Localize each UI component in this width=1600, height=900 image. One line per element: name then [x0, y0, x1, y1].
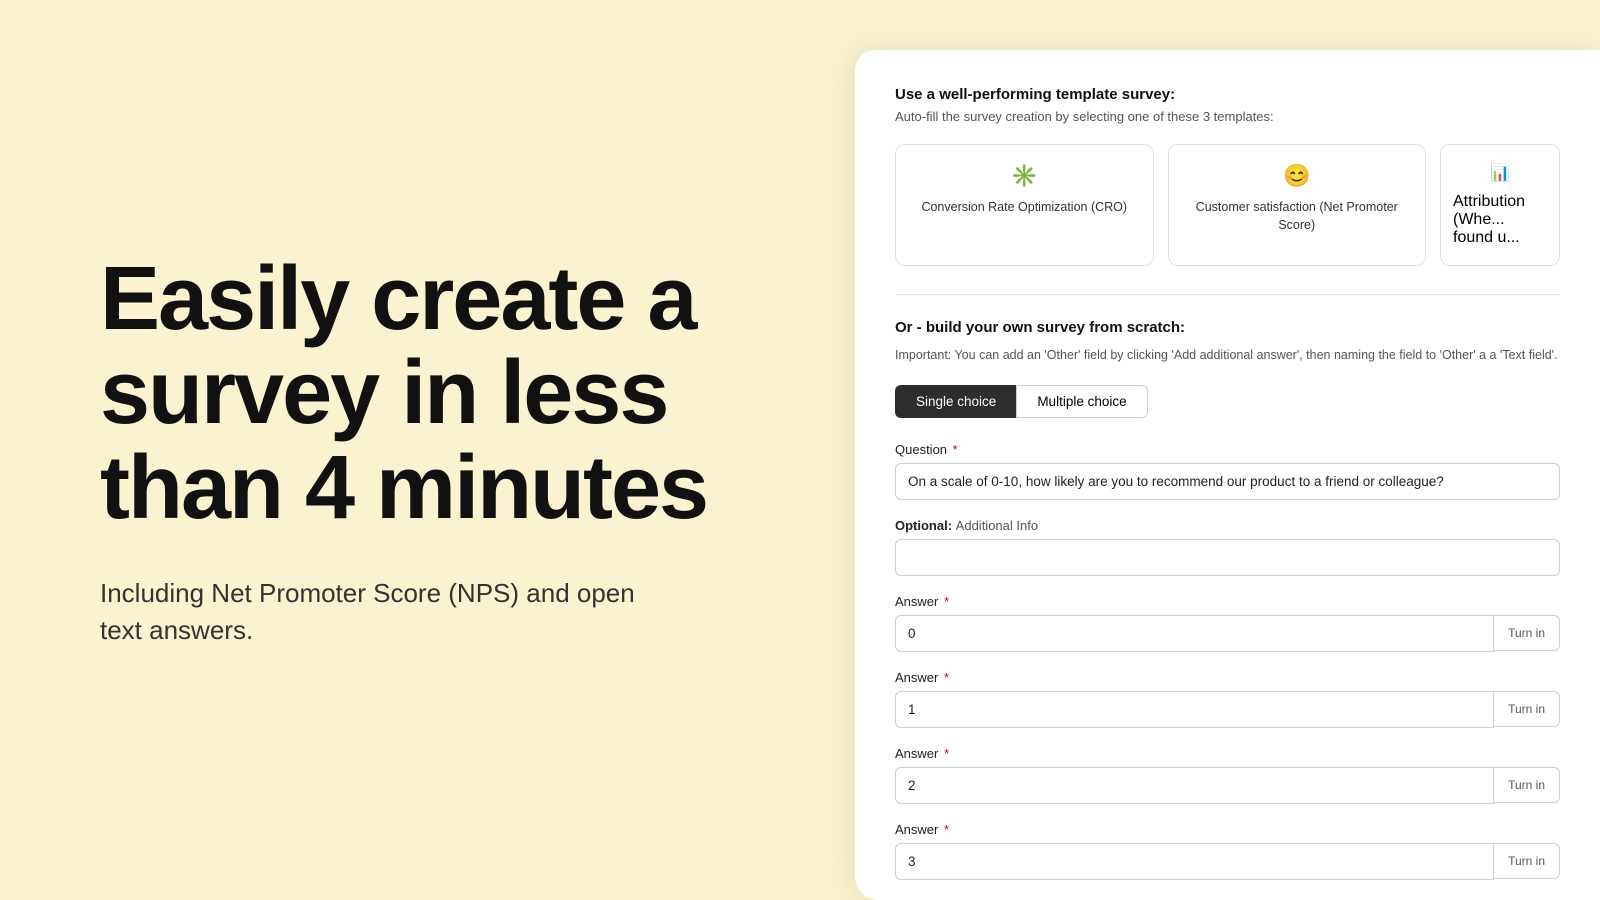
template-card-attribution[interactable]: 📊 Attribution (Whe...found u... — [1440, 144, 1560, 266]
answer-label-3: Answer * — [895, 822, 1560, 837]
optional-input[interactable] — [895, 539, 1560, 576]
template-attribution-name: Attribution (Whe...found u... — [1453, 193, 1547, 247]
answer-label-2: Answer * — [895, 746, 1560, 761]
answer-input-0[interactable] — [895, 615, 1494, 652]
turn-in-button-2[interactable]: Turn in — [1494, 767, 1560, 803]
answer-group-1: Answer * Turn in — [895, 670, 1560, 728]
template-cro-name: Conversion Rate Optimization (CRO) — [921, 199, 1127, 217]
optional-label: Optional: Additional Info — [895, 518, 1560, 533]
multiple-choice-button[interactable]: Multiple choice — [1016, 385, 1147, 418]
answer-input-3[interactable] — [895, 843, 1494, 880]
template-section: Use a well-performing template survey: A… — [895, 86, 1560, 266]
answer-label-1: Answer * — [895, 670, 1560, 685]
answer-group-0: Answer * Turn in — [895, 594, 1560, 652]
important-note: Important: You can add an 'Other' field … — [895, 346, 1560, 365]
build-title: Or - build your own survey from scratch: — [895, 319, 1560, 336]
template-card-nps[interactable]: 😊 Customer satisfaction (Net Promoter Sc… — [1168, 144, 1427, 266]
question-input[interactable] — [895, 463, 1560, 500]
template-cro-icon: ✳️ — [1011, 163, 1038, 189]
template-card-cro[interactable]: ✳️ Conversion Rate Optimization (CRO) — [895, 144, 1154, 266]
optional-group: Optional: Additional Info — [895, 518, 1560, 576]
choice-type-toggle: Single choice Multiple choice — [895, 385, 1560, 418]
turn-in-button-1[interactable]: Turn in — [1494, 691, 1560, 727]
answer-input-1[interactable] — [895, 691, 1494, 728]
answer-row-0: Turn in — [895, 615, 1560, 652]
answer-input-2[interactable] — [895, 767, 1494, 804]
answer-label-0: Answer * — [895, 594, 1560, 609]
answer-group-3: Answer * Turn in — [895, 822, 1560, 880]
turn-in-button-0[interactable]: Turn in — [1494, 615, 1560, 651]
section-divider — [895, 294, 1560, 295]
subtext: Including Net Promoter Score (NPS) and o… — [100, 575, 680, 648]
single-choice-button[interactable]: Single choice — [895, 385, 1016, 418]
question-group: Question * — [895, 442, 1560, 500]
headline: Easily create a survey in less than 4 mi… — [100, 252, 755, 536]
right-panel: Use a well-performing template survey: A… — [855, 50, 1600, 900]
template-nps-name: Customer satisfaction (Net Promoter Scor… — [1185, 199, 1410, 234]
template-section-subtitle: Auto-fill the survey creation by selecti… — [895, 109, 1560, 124]
template-attribution-icon: 📊 — [1490, 163, 1510, 183]
answer-row-3: Turn in — [895, 843, 1560, 880]
question-label: Question * — [895, 442, 1560, 457]
answer-row-1: Turn in — [895, 691, 1560, 728]
template-section-title: Use a well-performing template survey: — [895, 86, 1560, 103]
build-section: Or - build your own survey from scratch:… — [895, 319, 1560, 880]
turn-in-button-3[interactable]: Turn in — [1494, 843, 1560, 879]
answer-group-2: Answer * Turn in — [895, 746, 1560, 804]
left-panel: Easily create a survey in less than 4 mi… — [0, 0, 855, 900]
answer-row-2: Turn in — [895, 767, 1560, 804]
template-nps-icon: 😊 — [1283, 163, 1310, 189]
templates-row: ✳️ Conversion Rate Optimization (CRO) 😊 … — [895, 144, 1560, 266]
